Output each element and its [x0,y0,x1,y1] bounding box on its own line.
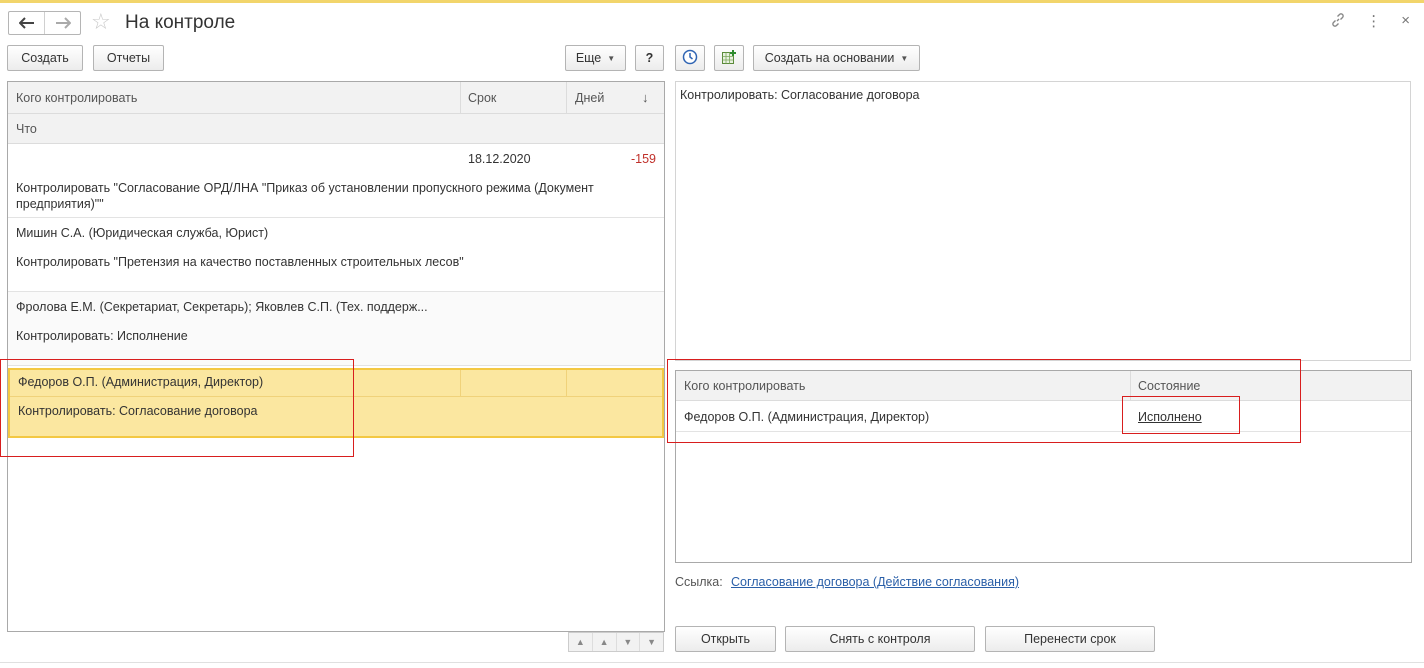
description-field[interactable]: Контролировать: Согласование договора [675,81,1411,361]
link-icon[interactable] [1330,12,1346,32]
sort-arrow-icon: ↓ [642,90,649,105]
scroll-up-icon[interactable]: ▲ [591,633,616,651]
clock-icon [682,49,698,68]
reference-label: Ссылка: [675,575,723,589]
scroll-top-icon[interactable]: ▲ [569,633,592,651]
header-divider [566,82,567,113]
window-controls: ⋮ × [1330,12,1410,32]
arrow-left-icon[interactable] [9,12,44,34]
page-title: На контроле [125,12,236,33]
column-header-what[interactable]: Что [16,122,37,136]
scroll-down-icon[interactable]: ▼ [615,633,640,651]
description-text: Контролировать: Согласование договора [680,88,920,102]
row-deadline: 18.12.2020 [468,152,531,166]
chevron-down-icon: ▼ [607,53,616,63]
cell-divider [566,370,567,396]
chevron-down-icon: ▼ [900,53,909,63]
close-icon[interactable]: × [1401,12,1410,32]
list-scroll-controls: ▲ ▲ ▼ ▼ [568,632,664,652]
row-who: Фролова Е.М. (Секретариат, Секретарь); Я… [16,300,428,314]
create-based-on-button[interactable]: Создать на основании ▼ [753,45,920,71]
row-what: Контролировать: Исполнение [16,329,188,343]
star-icon[interactable]: ☆ [91,9,111,35]
row-who: Мишин С.А. (Юридическая служба, Юрист) [16,226,269,240]
reference-link[interactable]: Согласование договора (Действие согласов… [731,575,1019,589]
open-button[interactable]: Открыть [675,626,776,652]
more-actions-label: Еще [575,51,602,65]
row-days-overdue: -159 [630,152,656,166]
list-item[interactable]: 18.12.2020 -159 Контролировать "Согласов… [8,144,664,218]
control-list: Кого контролировать Срок Дней ↓ Что 18.1… [7,81,665,632]
header-divider [8,113,664,114]
add-button[interactable] [714,45,744,71]
more-vertical-icon[interactable]: ⋮ [1366,12,1381,32]
highlight-box [1122,396,1240,434]
history-button[interactable] [675,45,705,71]
postpone-deadline-button[interactable]: Перенести срок [985,626,1155,652]
remove-from-control-button[interactable]: Снять с контроля [785,626,975,652]
window-top-accent [0,0,1424,3]
list-item[interactable]: Мишин С.А. (Юридическая служба, Юрист) К… [8,218,664,292]
bottom-divider [0,662,1424,663]
navigation-buttons [8,11,81,35]
header-divider [460,82,461,113]
list-item[interactable]: Фролова Е.М. (Секретариат, Секретарь); Я… [8,292,664,366]
row-what: Контролировать "Претензия на качество по… [16,255,464,269]
help-button[interactable]: ? [635,45,664,71]
row-what: Контролировать "Согласование ОРД/ЛНА "Пр… [16,181,594,211]
column-header-deadline[interactable]: Срок [468,91,496,105]
list-header: Кого контролировать Срок Дней ↓ Что [8,82,664,144]
highlight-box [0,359,354,457]
scroll-bottom-icon[interactable]: ▼ [639,633,663,651]
reports-button[interactable]: Отчеты [93,45,164,71]
more-actions-button[interactable]: Еще ▼ [565,45,626,71]
create-button[interactable]: Создать [7,45,83,71]
column-header-days[interactable]: Дней [575,91,604,105]
add-grid-icon [721,49,737,68]
column-header-who[interactable]: Кого контролировать [16,91,137,105]
cell-divider [460,370,461,396]
create-based-on-label: Создать на основании [764,51,895,65]
arrow-right-icon[interactable] [44,12,80,34]
